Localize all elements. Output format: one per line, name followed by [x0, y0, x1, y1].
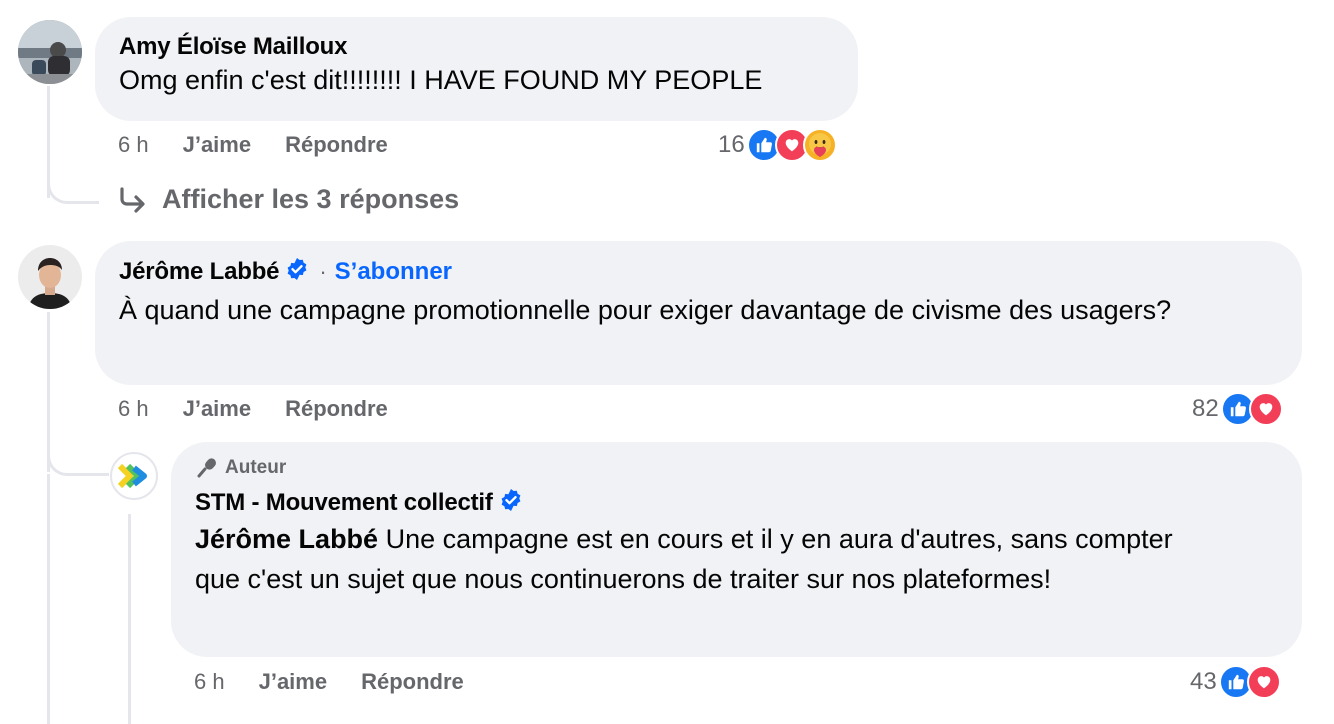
reply-actions: 6 h J’aime Répondre: [194, 669, 498, 695]
avatar[interactable]: [110, 452, 158, 500]
comment-text: Omg enfin c'est dit!!!!!!!! I HAVE FOUND…: [119, 65, 763, 95]
view-replies-link[interactable]: Afficher les 3 réponses: [118, 184, 459, 215]
thread-line-reply: [128, 514, 131, 724]
reply-button[interactable]: Répondre: [361, 669, 464, 695]
thread-line-comment-2-continued: [47, 474, 50, 724]
like-button[interactable]: J’aime: [183, 132, 252, 158]
reaction-summary[interactable]: 16: [718, 128, 837, 162]
thread-curve-comment-1: [47, 160, 99, 204]
thread-curve-comment-2: [47, 430, 109, 476]
reply-header: STM - Mouvement collectif: [195, 488, 1278, 517]
reply-button[interactable]: Répondre: [285, 132, 388, 158]
reply-time[interactable]: 6 h: [194, 669, 225, 695]
verified-badge-icon: [499, 488, 523, 517]
reaction-count: 82: [1192, 395, 1219, 422]
comment-bubble: Jérôme Labbé · S’abonner À quand une cam…: [95, 241, 1302, 385]
reply-arrow-icon: [118, 186, 148, 213]
comment-header: Jérôme Labbé · S’abonner: [119, 257, 1278, 286]
reply-button[interactable]: Répondre: [285, 396, 388, 422]
reply-text: Jérôme Labbé Une campagne est en cours e…: [195, 519, 1205, 599]
microphone-icon: [195, 456, 219, 480]
comment-actions: 6 h J’aime Répondre: [118, 396, 422, 422]
like-button[interactable]: J’aime: [259, 669, 328, 695]
separator: ·: [319, 258, 327, 284]
reaction-summary[interactable]: 82: [1192, 392, 1283, 426]
follow-button[interactable]: S’abonner: [335, 258, 452, 286]
like-button[interactable]: J’aime: [183, 396, 252, 422]
comment-text: À quand une campagne promotionnelle pour…: [119, 295, 1172, 325]
comment-author[interactable]: Jérôme Labbé: [119, 258, 280, 286]
love-icon: [1248, 392, 1283, 426]
avatar[interactable]: [18, 245, 82, 309]
comment-author[interactable]: Amy Éloïse Mailloux: [119, 33, 834, 61]
mention-link[interactable]: Jérôme Labbé: [195, 524, 378, 554]
author-badge-label: Auteur: [225, 457, 287, 478]
love-icon: [1246, 665, 1281, 699]
comment-bubble: Amy Éloïse Mailloux Omg enfin c'est dit!…: [95, 17, 858, 121]
reply-bubble: Auteur STM - Mouvement collectif Jérôme …: [171, 442, 1302, 657]
comment-actions: 6 h J’aime Répondre: [118, 132, 422, 158]
author-badge: Auteur: [195, 456, 1278, 480]
verified-badge-icon: [285, 257, 309, 286]
avatar[interactable]: [18, 20, 82, 84]
view-replies-label: Afficher les 3 réponses: [162, 184, 460, 214]
reaction-count: 43: [1190, 668, 1217, 695]
care-icon: [802, 128, 837, 162]
reply-author[interactable]: STM - Mouvement collectif: [195, 489, 493, 517]
reaction-summary[interactable]: 43: [1190, 665, 1281, 699]
comment-time[interactable]: 6 h: [118, 396, 149, 422]
comment-time[interactable]: 6 h: [118, 132, 149, 158]
reaction-count: 16: [718, 131, 745, 158]
